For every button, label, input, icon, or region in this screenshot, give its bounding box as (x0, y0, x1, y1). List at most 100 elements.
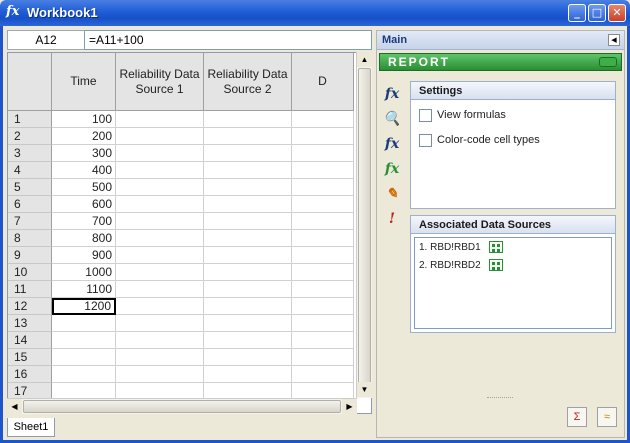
grid-cell[interactable]: 1200 (52, 298, 116, 315)
grid-cell[interactable]: 200 (52, 128, 116, 145)
row-header[interactable]: 16 (8, 366, 52, 383)
row-header[interactable]: 9 (8, 247, 52, 264)
grid-cell[interactable] (292, 179, 354, 196)
row-header[interactable]: 4 (8, 162, 52, 179)
row-header[interactable]: 15 (8, 349, 52, 366)
grid-cell[interactable] (116, 145, 204, 162)
sheet-tab[interactable]: Sheet1 (7, 418, 55, 437)
row-header[interactable]: 6 (8, 196, 52, 213)
grid-cell[interactable]: 700 (52, 213, 116, 230)
grid-cell[interactable] (116, 366, 204, 383)
grid-cell[interactable] (204, 162, 292, 179)
grid-cell[interactable]: 400 (52, 162, 116, 179)
grid-cell[interactable]: 800 (52, 230, 116, 247)
grid-cell[interactable] (204, 247, 292, 264)
corner-cell[interactable] (8, 53, 52, 111)
grid-cell[interactable] (292, 145, 354, 162)
grid-cell[interactable] (204, 196, 292, 213)
column-header[interactable]: D (292, 53, 354, 111)
panel-splitter[interactable] (487, 397, 513, 401)
minimize-button[interactable]: _ (568, 4, 586, 22)
grid-cell[interactable] (204, 111, 292, 128)
row-header[interactable]: 7 (8, 213, 52, 230)
grid-cell[interactable] (116, 230, 204, 247)
edit-icon[interactable]: ✎ (381, 183, 403, 205)
column-header[interactable]: Time (52, 53, 116, 111)
row-header[interactable]: 2 (8, 128, 52, 145)
report-button[interactable]: Report (379, 53, 622, 71)
grid-cell[interactable] (116, 162, 204, 179)
column-header[interactable]: Reliability Data Source 2 (204, 53, 292, 111)
row-header[interactable]: 14 (8, 332, 52, 349)
scroll-right-icon[interactable]: ▶ (342, 399, 357, 414)
grid-cell[interactable] (52, 332, 116, 349)
grid-cell[interactable] (116, 179, 204, 196)
refresh-function-icon[interactable]: fx (381, 158, 403, 180)
grid-cell[interactable] (204, 230, 292, 247)
grid-cell[interactable] (292, 162, 354, 179)
grid-cell[interactable] (116, 332, 204, 349)
row-header[interactable]: 3 (8, 145, 52, 162)
grid-cell[interactable] (292, 366, 354, 383)
color-code-checkbox[interactable] (419, 134, 432, 147)
grid-cell[interactable] (204, 349, 292, 366)
grid-cell[interactable] (116, 213, 204, 230)
grid-cell[interactable] (204, 213, 292, 230)
grid-cell[interactable] (204, 179, 292, 196)
error-check-icon[interactable]: ! (381, 208, 403, 230)
grid-cell[interactable] (292, 315, 354, 332)
grid-cell[interactable] (292, 247, 354, 264)
grid-cell[interactable] (116, 196, 204, 213)
column-header[interactable]: Reliability Data Source 1 (116, 53, 204, 111)
zoom-icon[interactable]: 🔍 (381, 108, 403, 130)
grid-cell[interactable] (292, 196, 354, 213)
grid-cell[interactable] (292, 230, 354, 247)
grid-cell[interactable] (204, 145, 292, 162)
row-header[interactable]: 8 (8, 230, 52, 247)
function-search-icon[interactable]: fx (381, 133, 403, 155)
row-header[interactable]: 11 (8, 281, 52, 298)
row-header[interactable]: 12 (8, 298, 52, 315)
grid-cell[interactable] (116, 247, 204, 264)
view-formulas-checkbox[interactable] (419, 109, 432, 122)
grid-cell[interactable] (116, 264, 204, 281)
grid-cell[interactable]: 600 (52, 196, 116, 213)
horizontal-scrollbar[interactable]: ◀ ▶ (7, 398, 357, 414)
row-header[interactable]: 1 (8, 111, 52, 128)
horizontal-scroll-thumb[interactable] (23, 400, 341, 413)
scroll-up-icon[interactable]: ▲ (357, 52, 372, 67)
scroll-left-icon[interactable]: ◀ (7, 399, 22, 414)
vertical-scroll-thumb[interactable] (358, 68, 371, 388)
grid-cell[interactable] (116, 315, 204, 332)
list-item[interactable]: 2. RBD!RBD2 (419, 259, 504, 273)
close-button[interactable]: ✕ (608, 4, 626, 22)
grid-cell[interactable] (292, 349, 354, 366)
grid-cell[interactable]: 1100 (52, 281, 116, 298)
grid-cell[interactable] (204, 366, 292, 383)
grid-cell[interactable] (292, 332, 354, 349)
cell-reference-box[interactable]: A12 (7, 30, 85, 50)
grid-cell[interactable] (204, 332, 292, 349)
grid-cell[interactable] (52, 366, 116, 383)
grid-cell[interactable] (204, 315, 292, 332)
grid-cell[interactable]: 100 (52, 111, 116, 128)
grid-cell[interactable] (52, 349, 116, 366)
grid-cell[interactable]: 900 (52, 247, 116, 264)
grid-cell[interactable] (292, 128, 354, 145)
insert-function-icon[interactable]: fx (381, 83, 403, 105)
list-item[interactable]: 1. RBD!RBD1 (419, 241, 504, 255)
vertical-scrollbar[interactable]: ▲ ▼ (356, 52, 372, 398)
grid-cell[interactable] (204, 264, 292, 281)
grid-cell[interactable] (116, 281, 204, 298)
scroll-down-icon[interactable]: ▼ (357, 382, 372, 397)
grid-cell[interactable] (292, 281, 354, 298)
grid-cell[interactable]: 300 (52, 145, 116, 162)
grid-cell[interactable] (292, 213, 354, 230)
collapse-icon[interactable]: ◀ (608, 34, 620, 46)
grid-cell[interactable] (116, 111, 204, 128)
grid-cell[interactable] (292, 111, 354, 128)
grid-cell[interactable] (292, 264, 354, 281)
report-sigma-icon[interactable]: Σ (567, 407, 587, 427)
row-header[interactable]: 13 (8, 315, 52, 332)
grid-cell[interactable] (292, 298, 354, 315)
